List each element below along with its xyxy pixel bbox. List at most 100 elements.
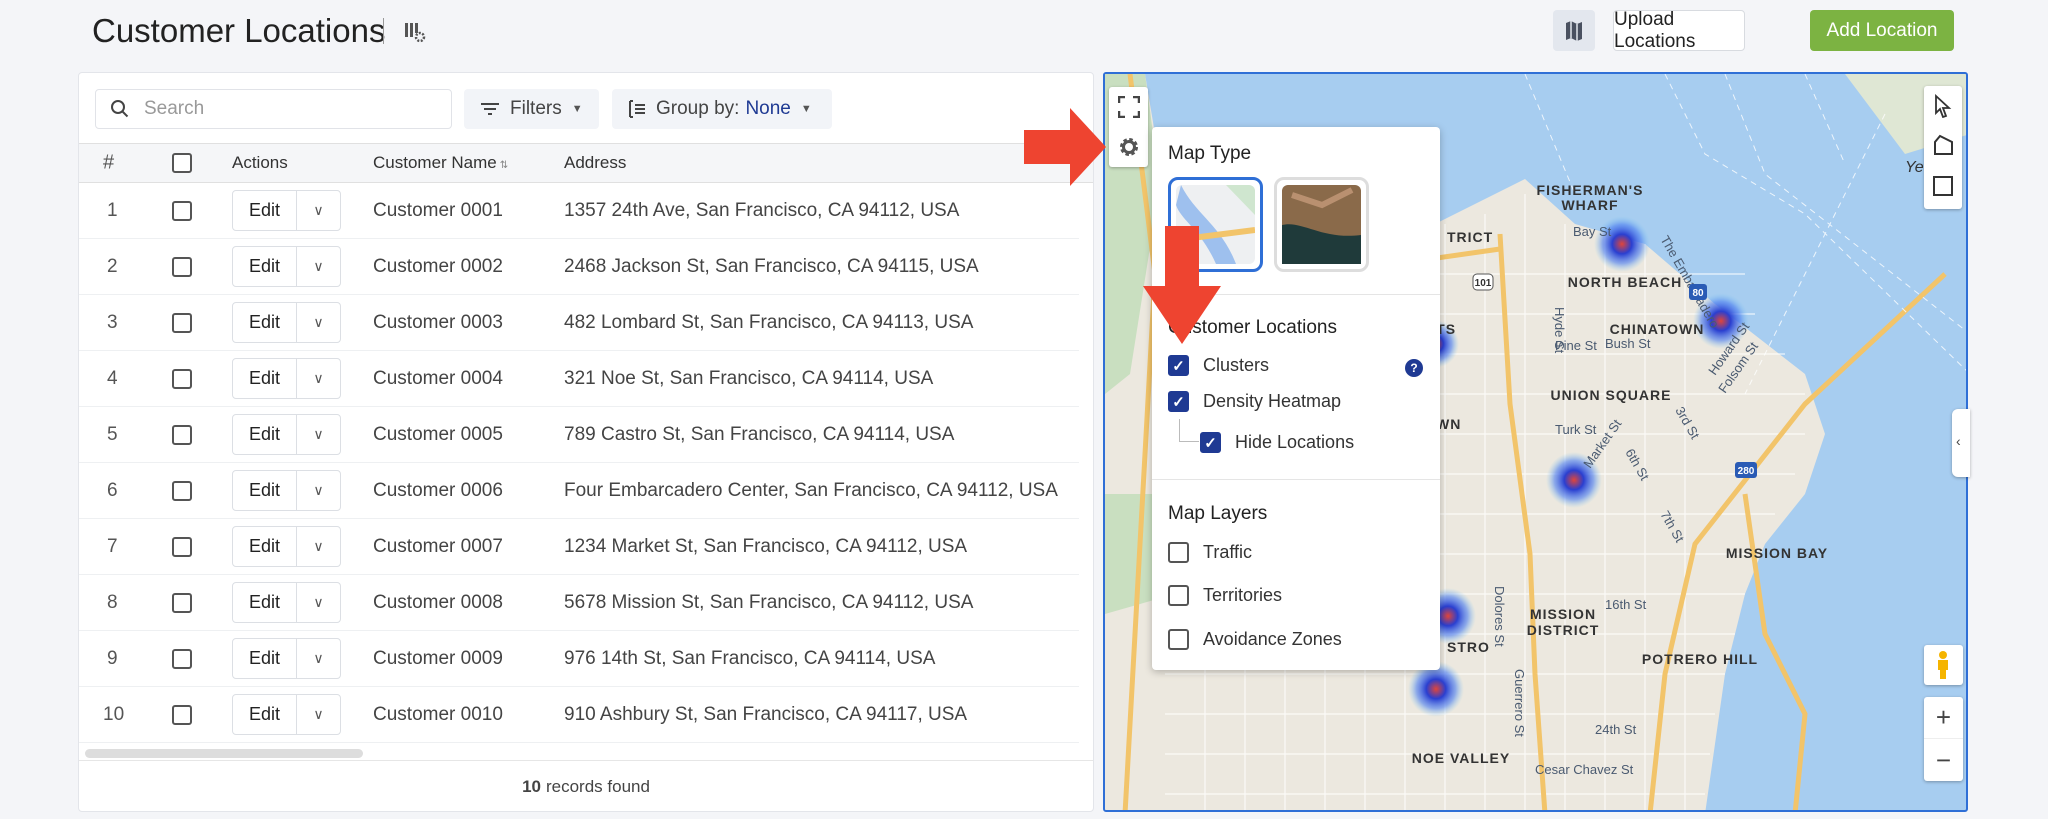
customer-name: Customer 0006 <box>373 479 503 501</box>
address: 976 14th St, San Francisco, CA 94114, US… <box>564 647 936 669</box>
help-icon[interactable]: ? <box>1405 359 1423 377</box>
map-label: STRO <box>1447 639 1490 655</box>
customer-name: Customer 0010 <box>373 703 503 725</box>
edit-button[interactable]: Edit <box>233 303 297 342</box>
row-checkbox[interactable] <box>172 592 192 613</box>
zoom-controls: + − <box>1924 697 1963 781</box>
horizontal-scrollbar[interactable] <box>85 749 363 758</box>
hide-locations-option[interactable]: ✓ Hide Locations <box>1200 432 1354 453</box>
filter-icon <box>481 103 499 115</box>
group-icon <box>629 100 645 118</box>
row-number: 8 <box>107 591 118 613</box>
chevron-down-icon[interactable]: ∨ <box>297 191 340 230</box>
row-checkbox[interactable] <box>172 480 192 501</box>
clusters-checkbox[interactable]: ✓ <box>1168 355 1189 376</box>
row-actions: Edit ∨ <box>232 694 341 735</box>
chevron-down-icon[interactable]: ∨ <box>297 583 340 622</box>
row-checkbox[interactable] <box>172 200 192 221</box>
map-label: NORTH BEACH <box>1568 274 1682 290</box>
group-by-value: None <box>745 98 791 119</box>
chevron-down-icon[interactable]: ∨ <box>297 527 340 566</box>
edit-button[interactable]: Edit <box>233 695 297 734</box>
upload-locations-button[interactable]: Upload Locations <box>1613 9 1745 52</box>
row-actions: Edit ∨ <box>232 302 341 343</box>
territories-label: Territories <box>1203 585 1283 605</box>
traffic-option[interactable]: Traffic <box>1168 542 1252 563</box>
table-row: 4 Edit ∨ Customer 0004 321 Noe St, San Fr… <box>79 351 1079 407</box>
avoidance-zones-option[interactable]: Avoidance Zones <box>1168 629 1342 650</box>
edit-button[interactable]: Edit <box>233 639 297 678</box>
column-header-customer-name[interactable]: Customer Name ⇅ <box>373 153 508 173</box>
density-heatmap-option[interactable]: ✓ Density Heatmap <box>1168 391 1341 412</box>
chevron-down-icon[interactable]: ∨ <box>297 471 340 510</box>
row-checkbox[interactable] <box>172 704 192 725</box>
column-settings-icon[interactable] <box>403 20 427 44</box>
edit-button[interactable]: Edit <box>233 247 297 286</box>
street-view-pegman[interactable] <box>1924 645 1963 685</box>
map-type-satellite[interactable] <box>1274 177 1369 272</box>
chevron-down-icon[interactable]: ∨ <box>297 639 340 678</box>
hide-locations-checkbox[interactable]: ✓ <box>1200 432 1221 453</box>
density-heatmap-checkbox[interactable]: ✓ <box>1168 391 1189 412</box>
zoom-in-button[interactable]: + <box>1924 697 1963 739</box>
edit-button[interactable]: Edit <box>233 583 297 622</box>
avoidance-zones-checkbox[interactable] <box>1168 629 1189 650</box>
map-view-toggle[interactable] <box>1553 10 1595 51</box>
edit-button[interactable]: Edit <box>233 471 297 510</box>
density-heatmap-label: Density Heatmap <box>1203 391 1342 411</box>
collapse-panel-button[interactable]: ‹ <box>1952 409 1970 477</box>
table-row: 1 Edit ∨ Customer 0001 1357 24th Ave, San… <box>79 183 1079 239</box>
address: 1234 Market St, San Francisco, CA 94112,… <box>564 535 968 557</box>
customer-name: Customer 0004 <box>373 367 503 389</box>
row-checkbox[interactable] <box>172 648 192 669</box>
territories-option[interactable]: Territories <box>1168 585 1282 606</box>
map-label: POTRERO HILL <box>1642 651 1758 667</box>
chevron-down-icon[interactable]: ∨ <box>297 359 340 398</box>
sort-icon: ⇅ <box>499 160 509 171</box>
add-location-button[interactable]: Add Location <box>1810 10 1954 51</box>
table-row: 7 Edit ∨ Customer 0007 1234 Market St, Sa… <box>79 519 1079 575</box>
column-label: Customer Name <box>373 153 497 172</box>
chevron-down-icon[interactable]: ∨ <box>297 247 340 286</box>
edit-button[interactable]: Edit <box>233 527 297 566</box>
clusters-option[interactable]: ✓ Clusters <box>1168 355 1269 376</box>
zoom-out-button[interactable]: − <box>1924 739 1963 781</box>
edit-button[interactable]: Edit <box>233 191 297 230</box>
search-input[interactable]: Search <box>95 89 452 129</box>
row-actions: Edit ∨ <box>232 358 341 399</box>
row-number: 1 <box>107 199 118 221</box>
select-all-checkbox[interactable] <box>172 153 192 173</box>
fullscreen-icon[interactable] <box>1117 95 1141 119</box>
row-checkbox[interactable] <box>172 256 192 277</box>
avoidance-zones-label: Avoidance Zones <box>1203 629 1342 649</box>
territories-checkbox[interactable] <box>1168 585 1189 606</box>
traffic-checkbox[interactable] <box>1168 542 1189 563</box>
polygon-icon[interactable] <box>1932 134 1954 156</box>
search-icon <box>111 100 129 118</box>
title-divider <box>383 18 384 44</box>
row-checkbox[interactable] <box>172 312 192 333</box>
gear-icon[interactable] <box>1117 135 1141 159</box>
address: 5678 Mission St, San Francisco, CA 94112… <box>564 591 974 613</box>
row-actions: Edit ∨ <box>232 414 341 455</box>
street-label: 16th St <box>1605 597 1647 612</box>
filters-button[interactable]: Filters ▼ <box>464 89 599 129</box>
customer-name: Customer 0001 <box>373 199 503 221</box>
chevron-down-icon[interactable]: ∨ <box>297 415 340 454</box>
rectangle-icon[interactable] <box>1933 176 1953 196</box>
chevron-down-icon[interactable]: ∨ <box>297 303 340 342</box>
row-checkbox[interactable] <box>172 536 192 557</box>
group-by-dropdown[interactable]: Group by: None ▼ <box>612 89 832 129</box>
customer-name: Customer 0005 <box>373 423 503 445</box>
select-pointer-icon[interactable] <box>1933 94 1953 118</box>
row-checkbox[interactable] <box>172 368 192 389</box>
chevron-down-icon[interactable]: ∨ <box>297 695 340 734</box>
row-number: 3 <box>107 311 118 333</box>
page-title: Customer Locations <box>92 12 386 49</box>
row-checkbox[interactable] <box>172 424 192 445</box>
divider <box>1152 479 1440 480</box>
map-type-heading: Map Type <box>1168 143 1252 164</box>
edit-button[interactable]: Edit <box>233 359 297 398</box>
edit-button[interactable]: Edit <box>233 415 297 454</box>
group-by-label: Group by: <box>656 98 740 119</box>
